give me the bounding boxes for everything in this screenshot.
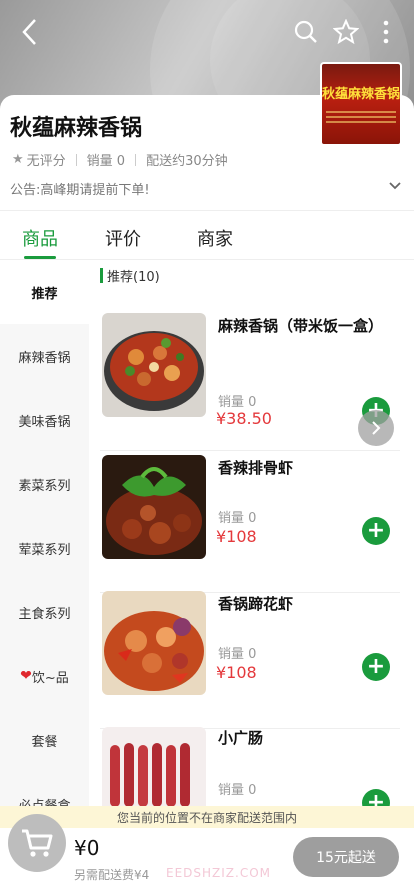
product-name: 香辣排骨虾 xyxy=(218,459,294,477)
product-price: ¥38.50 xyxy=(216,409,272,428)
product-price: ¥108 xyxy=(216,663,257,682)
watermark: EEDSHZIZ.COM xyxy=(166,866,272,880)
tab-products[interactable]: 商品 xyxy=(22,225,58,251)
cart-total: ¥0 xyxy=(74,836,100,860)
delivery-fee: 另需配送费¥4 xyxy=(74,868,150,882)
product-item[interactable]: 香辣排骨虾 销量 0 ¥108 + xyxy=(100,455,400,593)
product-image[interactable] xyxy=(102,455,206,559)
category-item-recommend[interactable]: 推荐 xyxy=(0,260,89,324)
category-item-tasty-pot[interactable]: 美味香锅 xyxy=(0,388,89,452)
section-header: 推荐(10) xyxy=(100,266,160,285)
cart-bar: ¥0 另需配送费¥4 EEDSHZIZ.COM 15元起送 xyxy=(0,814,414,896)
cart-button[interactable] xyxy=(8,814,66,872)
rating-star-icon: ★ xyxy=(12,152,24,167)
chevron-right-icon xyxy=(372,421,381,435)
store-thumbnail[interactable]: 秋蕴麻辣香锅 xyxy=(320,62,402,146)
plus-icon: + xyxy=(366,518,386,543)
store-name: 秋蕴麻辣香锅 xyxy=(10,116,143,141)
product-item[interactable]: 香锅蹄花虾 销量 0 ¥108 + xyxy=(100,591,400,729)
category-item-staple[interactable]: 主食系列 xyxy=(0,580,89,644)
category-item-vegetable[interactable]: 素菜系列 xyxy=(0,452,89,516)
product-name: 香锅蹄花虾 xyxy=(218,595,294,613)
store-sales: 销量 0 xyxy=(86,154,126,169)
category-item-drinks[interactable]: ❤ 饮~品 xyxy=(0,644,89,708)
sausage-photo xyxy=(102,727,206,807)
back-button[interactable] xyxy=(12,14,48,50)
category-item-meat[interactable]: 荤菜系列 xyxy=(0,516,89,580)
rib-shrimp-photo xyxy=(102,455,206,559)
star-outline-icon xyxy=(333,19,359,45)
add-to-cart-button[interactable]: + xyxy=(362,517,390,545)
product-name: 麻辣香锅（带米饭一盒） xyxy=(218,317,384,335)
store-notice[interactable]: 公告:高峰期请提前下单! xyxy=(10,179,150,198)
tab-merchant[interactable]: 商家 xyxy=(197,225,233,251)
chevron-down-icon xyxy=(389,182,401,190)
category-item-set-meal[interactable]: 套餐 xyxy=(0,708,89,772)
product-sales: 销量 0 xyxy=(218,511,257,526)
delivery-range-warning: 您当前的位置不在商家配送范围内 xyxy=(0,806,414,828)
store-meta: ★ 无评分 销量 0 配送约30分钟 xyxy=(12,150,228,169)
store-thumbnail-decoration xyxy=(326,108,396,126)
store-thumbnail-title: 秋蕴麻辣香锅 xyxy=(322,86,401,102)
add-to-cart-button[interactable]: + xyxy=(362,653,390,681)
active-tab-indicator xyxy=(24,256,56,259)
more-vertical-icon xyxy=(383,20,389,44)
expand-notice-button[interactable] xyxy=(388,178,402,197)
product-name: 小广肠 xyxy=(218,729,264,747)
product-sales: 销量 0 xyxy=(218,647,257,662)
scroll-next-button[interactable] xyxy=(358,410,394,446)
section-accent-bar xyxy=(100,268,103,283)
divider xyxy=(135,153,137,166)
category-item-spicy-pot[interactable]: 麻辣香锅 xyxy=(0,324,89,388)
more-button[interactable] xyxy=(368,14,404,50)
product-item[interactable]: 麻辣香锅（带米饭一盒） 销量 0 ¥38.50 + xyxy=(100,313,400,451)
search-button[interactable] xyxy=(288,14,324,50)
plus-icon: + xyxy=(366,654,386,679)
favorite-button[interactable] xyxy=(328,14,364,50)
delivery-time: 配送约30分钟 xyxy=(146,154,228,169)
product-sales: 销量 0 xyxy=(218,395,257,410)
heart-icon: ❤ xyxy=(20,668,32,684)
tab-bar: 商品 评价 商家 xyxy=(0,210,414,260)
product-image[interactable] xyxy=(102,591,206,695)
chevron-left-icon xyxy=(22,19,36,45)
spicy-pot-photo xyxy=(102,313,206,417)
product-sales: 销量 0 xyxy=(218,783,257,798)
section-title: 推荐(10) xyxy=(107,270,160,285)
checkout-button[interactable]: 15元起送 xyxy=(293,837,399,877)
category-item-label: 饮~品 xyxy=(31,670,69,686)
divider xyxy=(75,153,77,166)
product-price: ¥108 xyxy=(216,527,257,546)
tab-reviews[interactable]: 评价 xyxy=(105,225,141,251)
search-icon xyxy=(294,20,317,43)
trotter-shrimp-photo xyxy=(102,591,206,695)
store-rating: 无评分 xyxy=(26,154,66,169)
product-image[interactable] xyxy=(102,313,206,417)
shopping-cart-icon xyxy=(22,829,53,857)
category-sidebar: 推荐 麻辣香锅 美味香锅 素菜系列 荤菜系列 主食系列 ❤饮~品 套餐 必点餐盒 xyxy=(0,260,89,820)
